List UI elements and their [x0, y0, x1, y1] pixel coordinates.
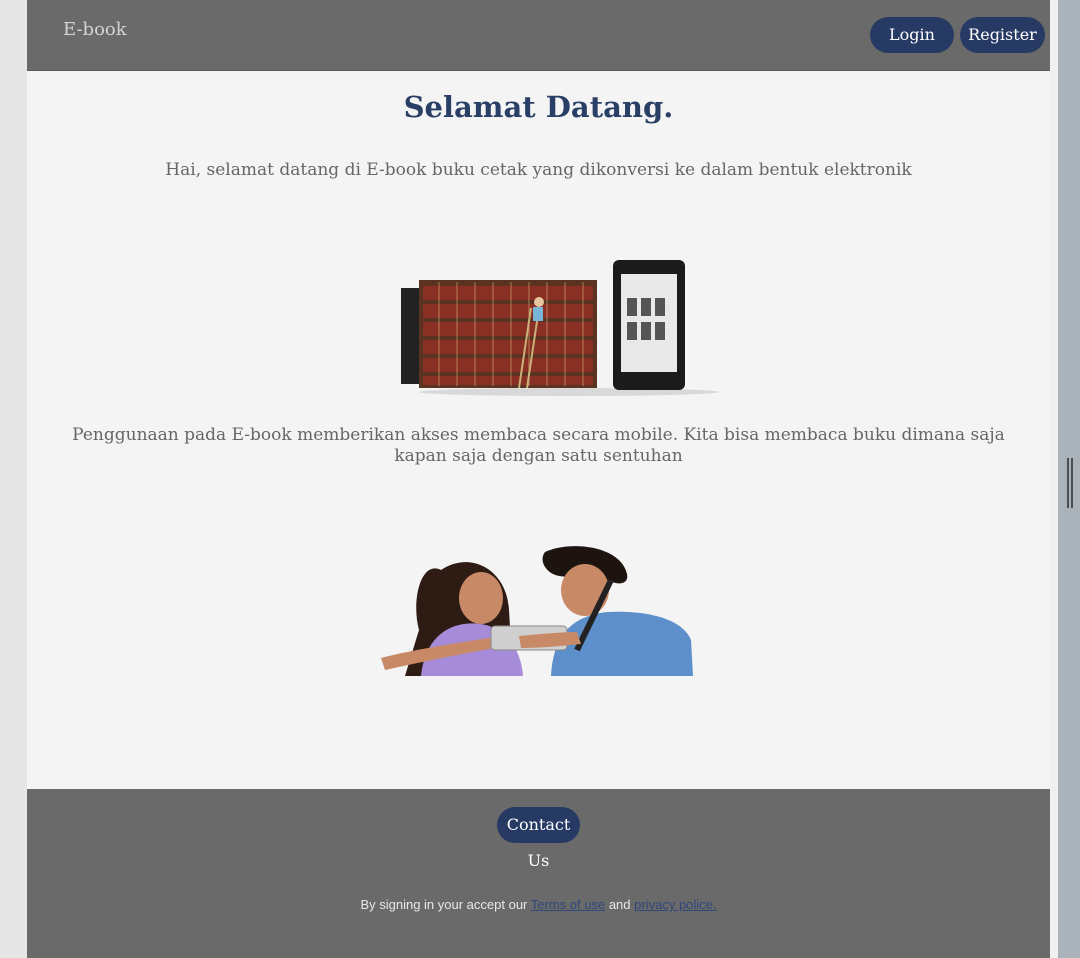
legal-notice: By signing in your accept our Terms of u… — [27, 897, 1050, 912]
legal-prefix-text: By signing in your accept our — [360, 897, 528, 912]
legal-and-text: and — [608, 897, 631, 912]
description-text: Penggunaan pada E-book memberikan akses … — [72, 425, 1005, 466]
scrollbar-grip-icon[interactable] — [1067, 458, 1073, 508]
brand-logo[interactable]: E-book — [63, 19, 127, 40]
bookshelf-ereader-illustration — [401, 260, 719, 396]
page-title: Selamat Datang. — [403, 90, 674, 124]
students-with-tablet-photo — [381, 546, 693, 676]
page-container: E-book Login Register Selamat Datang. Ha… — [27, 0, 1050, 958]
top-navbar: E-book Login Register — [27, 0, 1050, 71]
footer: Contact Us By signing in your accept our… — [27, 789, 1050, 958]
privacy-policy-link[interactable]: privacy police. — [634, 897, 716, 912]
terms-of-use-link[interactable]: Terms of use — [531, 897, 605, 912]
register-button[interactable]: Register — [960, 17, 1045, 53]
contact-us-button[interactable]: Contact Us — [497, 807, 580, 870]
login-button[interactable]: Login — [870, 17, 954, 53]
intro-text: Hai, selamat datang di E-book buku cetak… — [165, 160, 912, 180]
